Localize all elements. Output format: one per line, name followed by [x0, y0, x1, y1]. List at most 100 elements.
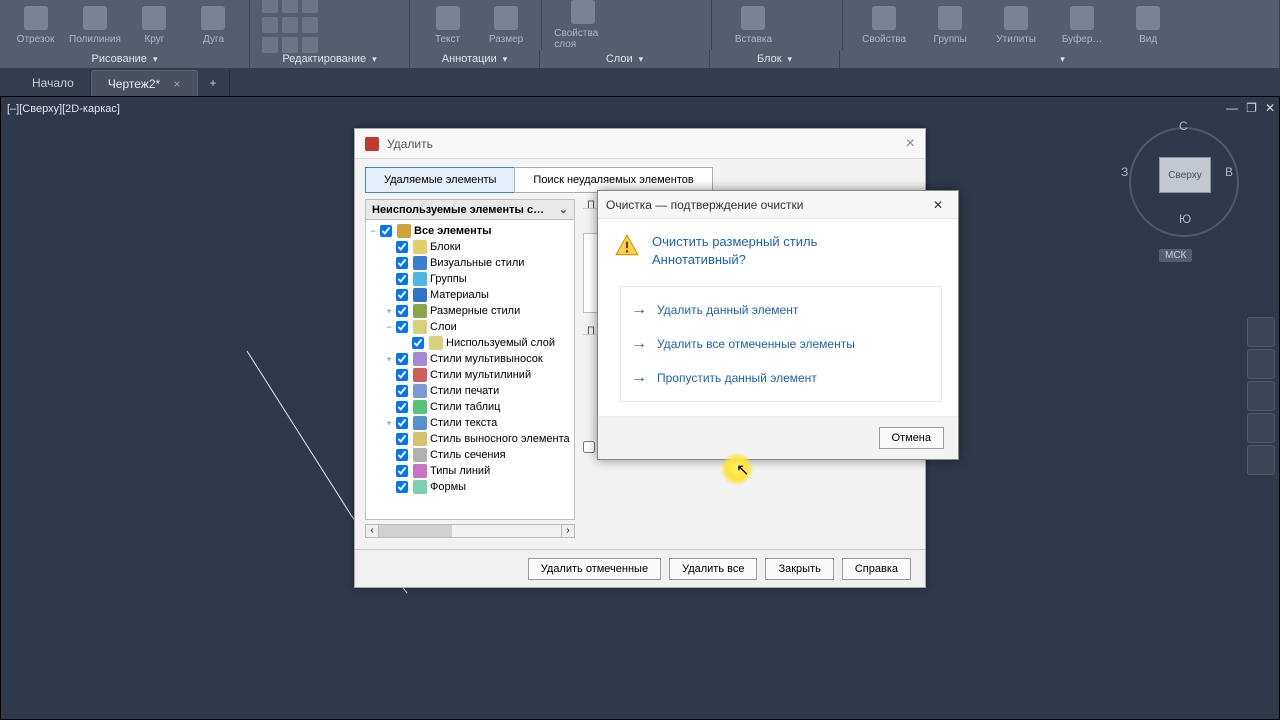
ribbon-item[interactable]: Группы — [921, 6, 979, 45]
tree-item[interactable]: Типы линий — [368, 463, 572, 479]
ribbon-panel-label[interactable] — [840, 50, 1280, 68]
viewcube-east[interactable]: В — [1225, 165, 1233, 179]
tree-checkbox[interactable] — [412, 337, 424, 349]
viewcube-coord-system[interactable]: МСК — [1159, 249, 1192, 262]
nav-pan-icon[interactable] — [1247, 349, 1275, 379]
tool-icon[interactable] — [262, 17, 278, 33]
tree-checkbox[interactable] — [396, 481, 408, 493]
tree-item[interactable]: +Стили текста — [368, 415, 572, 431]
tree-checkbox[interactable] — [396, 273, 408, 285]
ribbon-panel-label[interactable]: Редактирование — [250, 50, 410, 68]
viewcube-top-face[interactable]: Сверху — [1159, 157, 1211, 193]
viewport-minimize[interactable]: — — [1226, 101, 1238, 115]
tree-checkbox[interactable] — [396, 385, 408, 397]
tool-icon[interactable] — [282, 17, 298, 33]
nav-steering-icon[interactable] — [1247, 317, 1275, 347]
ribbon-item[interactable]: Размер — [481, 6, 532, 45]
ribbon-panel-label[interactable]: Рисование — [0, 50, 250, 68]
nav-orbit-icon[interactable] — [1247, 413, 1275, 443]
tree-checkbox[interactable] — [396, 353, 408, 365]
tree-item[interactable]: Визуальные стили — [368, 255, 572, 271]
confirm-close-button[interactable]: ✕ — [926, 198, 950, 212]
scroll-right-button[interactable]: › — [561, 524, 575, 538]
tree-checkbox[interactable] — [396, 289, 408, 301]
tree-item[interactable]: Ниспользуемый слой — [368, 335, 572, 351]
ribbon-item[interactable]: Текст — [422, 6, 473, 45]
close-icon[interactable]: × — [174, 77, 181, 91]
purge-checked-button[interactable]: Удалить отмеченные — [528, 558, 661, 580]
tree-item[interactable]: Материалы — [368, 287, 572, 303]
option-purge-this-item[interactable]: → Удалить данный элемент — [625, 293, 937, 327]
nav-showmotion-icon[interactable] — [1247, 445, 1275, 475]
tree-checkbox[interactable] — [396, 305, 408, 317]
viewport-label[interactable]: [–][Сверху][2D-каркас] — [7, 103, 120, 115]
tree-checkbox[interactable] — [396, 465, 408, 477]
tree-item[interactable]: Формы — [368, 479, 572, 495]
ribbon-item[interactable]: Свойства — [855, 6, 913, 45]
ribbon-item[interactable]: Буфер… — [1053, 6, 1111, 45]
purge-tree[interactable]: −Все элементыБлокиВизуальные стилиГруппы… — [365, 220, 575, 520]
help-button[interactable]: Справка — [842, 558, 911, 580]
tab-new[interactable]: + — [198, 70, 230, 96]
tree-horizontal-scroll[interactable]: ‹ › — [365, 524, 575, 538]
tree-item[interactable]: Стили печати — [368, 383, 572, 399]
tree-item[interactable]: +Стили мультивыносок — [368, 351, 572, 367]
close-button[interactable]: Закрыть — [765, 558, 833, 580]
tree-item[interactable]: Группы — [368, 271, 572, 287]
scroll-left-button[interactable]: ‹ — [365, 524, 379, 538]
purge-titlebar[interactable]: Удалить × — [355, 129, 925, 159]
tree-item[interactable]: Блоки — [368, 239, 572, 255]
tree-checkbox[interactable] — [380, 225, 392, 237]
tree-checkbox[interactable] — [396, 417, 408, 429]
ribbon-item[interactable]: Отрезок — [10, 6, 61, 45]
ribbon-item[interactable]: Круг — [129, 6, 180, 45]
tool-icon[interactable] — [302, 17, 318, 33]
tree-expand-icon[interactable]: + — [384, 354, 394, 364]
tree-item[interactable]: Стили мультилиний — [368, 367, 572, 383]
options-checkbox[interactable] — [583, 441, 595, 453]
tab-purgeable-items[interactable]: Удаляемые элементы — [365, 167, 514, 193]
tool-icon[interactable] — [302, 0, 318, 13]
tool-icon[interactable] — [262, 0, 278, 13]
tree-expand-icon[interactable]: + — [384, 306, 394, 316]
viewport-maximize[interactable]: ❐ — [1246, 101, 1257, 115]
tree-checkbox[interactable] — [396, 321, 408, 333]
ribbon-item[interactable]: Вставка — [724, 6, 782, 45]
viewcube[interactable]: С Ю З В Сверху МСК — [1119, 117, 1249, 267]
option-skip-this-item[interactable]: → Пропустить данный элемент — [625, 361, 937, 395]
tree-checkbox[interactable] — [396, 257, 408, 269]
ribbon-panel-label[interactable]: Аннотации — [410, 50, 540, 68]
ribbon-item[interactable]: Дуга — [188, 6, 239, 45]
viewcube-north[interactable]: С — [1179, 119, 1188, 133]
tree-checkbox[interactable] — [396, 241, 408, 253]
tree-expand-icon[interactable]: − — [384, 322, 394, 332]
tree-header[interactable]: Неиспользуемые элементы с… ⌄ — [365, 199, 575, 220]
tree-item[interactable]: Стиль сечения — [368, 447, 572, 463]
tree-expand-icon[interactable]: − — [368, 226, 378, 236]
ribbon-panel-label[interactable]: Слои — [540, 50, 710, 68]
tree-expand-icon[interactable]: + — [384, 418, 394, 428]
confirm-titlebar[interactable]: Очистка — подтверждение очистки ✕ — [598, 191, 958, 219]
option-purge-all-checked[interactable]: → Удалить все отмеченные элементы — [625, 327, 937, 361]
tree-checkbox[interactable] — [396, 449, 408, 461]
purge-all-button[interactable]: Удалить все — [669, 558, 757, 580]
tool-icon[interactable] — [282, 0, 298, 13]
nav-zoom-icon[interactable] — [1247, 381, 1275, 411]
tree-item[interactable]: +Размерные стили — [368, 303, 572, 319]
tree-item[interactable]: −Все элементы — [368, 223, 572, 239]
tree-item[interactable]: Стиль выносного элемента — [368, 431, 572, 447]
purge-close-button[interactable]: × — [906, 135, 915, 153]
tree-item[interactable]: Стили таблиц — [368, 399, 572, 415]
viewcube-south[interactable]: Ю — [1179, 212, 1191, 226]
ribbon-item[interactable]: Утилиты — [987, 6, 1045, 45]
tab-start[interactable]: Начало — [16, 70, 91, 96]
tree-checkbox[interactable] — [396, 369, 408, 381]
ribbon-item[interactable]: Свойства слоя — [554, 0, 612, 50]
viewport-close[interactable]: ✕ — [1265, 101, 1275, 115]
tree-checkbox[interactable] — [396, 433, 408, 445]
ribbon-item[interactable]: Полилиния — [69, 6, 121, 45]
viewcube-west[interactable]: З — [1121, 165, 1128, 179]
confirm-cancel-button[interactable]: Отмена — [879, 427, 944, 449]
ribbon-panel-label[interactable]: Блок — [710, 50, 840, 68]
tree-item[interactable]: −Слои — [368, 319, 572, 335]
